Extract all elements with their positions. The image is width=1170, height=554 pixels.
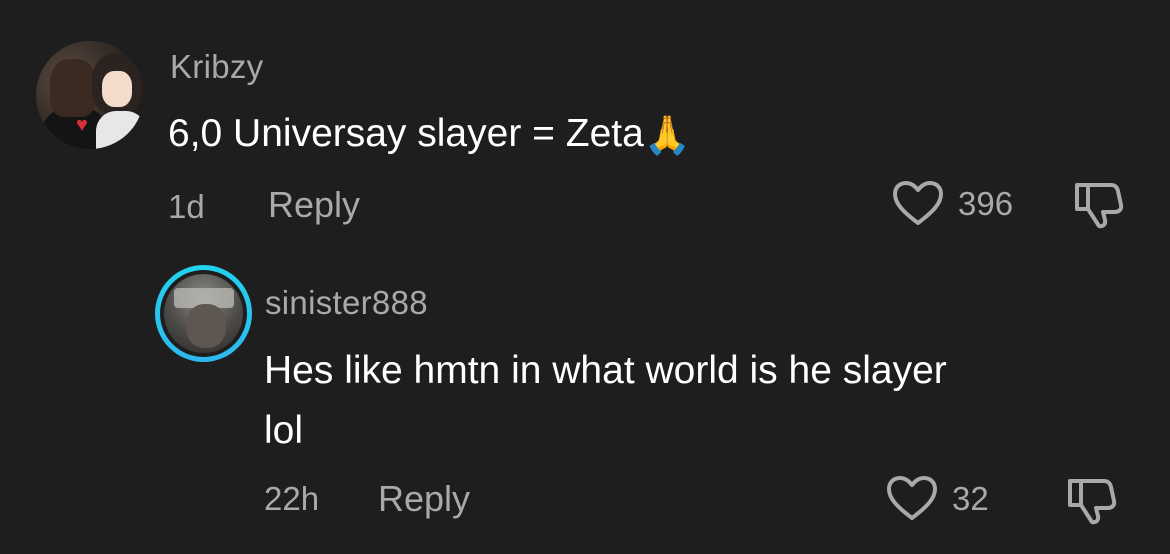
folded-hands-emoji: 🙏 [643,115,692,157]
avatar[interactable]: ♥ [36,41,144,149]
comment-text-content: 6,0 Universay slayer = Zeta [168,112,644,155]
comment-username[interactable]: Kribzy [170,48,264,86]
like-count: 32 [952,480,989,517]
comment-timestamp: 1d [168,188,205,225]
heart-outline-icon[interactable] [886,476,938,522]
comment-thread: ♥ Kribzy 6,0 Universay slayer = Zeta🙏 1d… [0,0,1170,554]
thumbs-down-icon[interactable] [1064,475,1118,525]
comment-text: 6,0 Universay slayer = Zeta🙏 [168,103,691,167]
like-button[interactable]: 396 [892,181,1013,227]
avatar[interactable] [155,265,252,362]
comment-timestamp: 22h [264,480,320,517]
comment-text-line2: lol [264,409,304,452]
comment-username[interactable]: sinister888 [265,284,428,322]
thumbs-down-icon[interactable] [1071,179,1125,229]
reply-button[interactable]: Reply [268,184,360,226]
heart-outline-icon[interactable] [892,181,944,227]
like-button[interactable]: 32 [886,476,989,522]
like-count: 396 [958,185,1014,222]
reply-button[interactable]: Reply [378,478,470,520]
comment-item: ♥ Kribzy 6,0 Universay slayer = Zeta🙏 1d… [0,0,1170,250]
comment-text: Hes like hmtn in what world is he slayer [264,349,947,392]
